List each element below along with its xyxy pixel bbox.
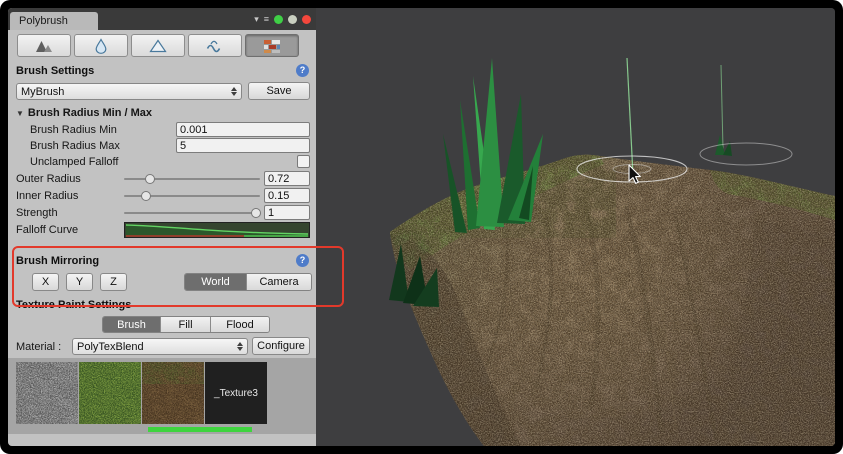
texture-tool-button[interactable]	[245, 34, 299, 57]
screenshot-frame: Polybrush ▾ ≡	[0, 0, 843, 454]
material-value: PolyTexBlend	[77, 341, 144, 353]
scene-view[interactable]	[316, 8, 835, 446]
brush-settings-header: Brush Settings	[16, 65, 94, 77]
brush-radius-min-field[interactable]: 0.001	[176, 122, 310, 137]
texture-palette: _Texture3	[8, 358, 316, 434]
mirror-space-toggle: World Camera	[184, 273, 312, 291]
slider-thumb[interactable]	[145, 174, 155, 184]
dropdown-arrows-icon	[231, 87, 237, 96]
window-controls: ▾ ≡	[254, 8, 311, 30]
brush-radius-min-label: Brush Radius Min	[30, 124, 117, 136]
world-toggle[interactable]: World	[185, 274, 247, 290]
tab-polybrush[interactable]: Polybrush	[10, 12, 98, 30]
brush-radius-max-field[interactable]: 5	[176, 138, 310, 153]
brush-mirroring-header: Brush Mirroring	[16, 255, 99, 267]
polybrush-panel: Polybrush ▾ ≡	[8, 8, 316, 446]
outer-radius-slider[interactable]	[124, 173, 260, 185]
inner-radius-label: Inner Radius	[16, 190, 78, 202]
texture-swatch-dirt[interactable]	[142, 362, 204, 424]
help-icon[interactable]: ?	[296, 254, 309, 267]
brush-preset-value: MyBrush	[21, 86, 64, 98]
configure-button[interactable]: Configure	[252, 337, 310, 355]
outer-radius-value[interactable]: 0.72	[264, 171, 310, 186]
bricks-icon	[263, 38, 281, 54]
foldout-label: Brush Radius Min / Max	[28, 107, 152, 119]
menu-icon[interactable]: ≡	[264, 15, 269, 24]
droplet-icon	[92, 38, 110, 54]
scene-canvas	[316, 8, 835, 446]
inner-radius-slider[interactable]	[124, 190, 260, 202]
texture-swatch-rock[interactable]	[16, 362, 78, 424]
outer-radius-label: Outer Radius	[16, 173, 81, 185]
inner-radius-value[interactable]: 0.15	[264, 188, 310, 203]
strength-label: Strength	[16, 207, 58, 219]
smooth-tool-button[interactable]	[74, 34, 128, 57]
help-icon[interactable]: ?	[296, 64, 309, 77]
tab-fill[interactable]: Fill	[161, 317, 211, 332]
window-titlebar: Polybrush ▾ ≡	[8, 8, 316, 30]
brush-preset-dropdown[interactable]: MyBrush	[16, 83, 242, 100]
foldout-caret-icon: ▼	[16, 109, 24, 118]
tab-brush[interactable]: Brush	[103, 317, 161, 332]
mountain-icon	[35, 38, 53, 54]
dropdown-caret-icon[interactable]: ▾	[254, 15, 259, 24]
mirror-x-button[interactable]: X	[32, 273, 59, 291]
tab-title: Polybrush	[19, 15, 68, 27]
green-light-icon[interactable]	[274, 15, 283, 24]
prefab-tool-button[interactable]	[188, 34, 242, 57]
dropdown-arrows-icon	[237, 342, 243, 351]
texture-swatch-texture3[interactable]: _Texture3	[205, 362, 267, 424]
paint-mode-tabs: Brush Fill Flood	[102, 316, 270, 333]
color-tool-button[interactable]	[131, 34, 185, 57]
material-dropdown[interactable]: PolyTexBlend	[72, 338, 248, 355]
prism-icon	[149, 38, 167, 54]
sculpt-tool-button[interactable]	[17, 34, 71, 57]
slider-thumb[interactable]	[141, 191, 151, 201]
brush-radius-max-label: Brush Radius Max	[30, 140, 120, 152]
falloff-curve-preview	[124, 222, 310, 238]
falloff-curve-label: Falloff Curve	[16, 224, 78, 236]
texture-blend-bar	[148, 427, 252, 432]
mirror-z-button[interactable]: Z	[100, 273, 127, 291]
falloff-curve-field[interactable]	[124, 222, 310, 241]
wave-icon	[206, 38, 224, 54]
mirror-y-button[interactable]: Y	[66, 273, 93, 291]
strength-slider[interactable]	[124, 207, 260, 219]
unclamped-falloff-checkbox[interactable]	[297, 155, 310, 168]
texture-swatch-grass[interactable]	[79, 362, 141, 424]
radius-foldout[interactable]: ▼ Brush Radius Min / Max	[16, 107, 152, 119]
strength-value[interactable]: 1	[264, 205, 310, 220]
texture-paint-header: Texture Paint Settings	[16, 299, 131, 311]
save-button[interactable]: Save	[248, 82, 310, 100]
texture3-label: _Texture3	[214, 388, 258, 399]
red-light-icon[interactable]	[302, 15, 311, 24]
camera-toggle[interactable]: Camera	[247, 274, 311, 290]
tab-flood[interactable]: Flood	[211, 317, 269, 332]
pale-light-icon[interactable]	[288, 15, 297, 24]
app-window: Polybrush ▾ ≡	[8, 8, 835, 446]
material-label: Material :	[16, 341, 61, 353]
mode-toolbar	[17, 34, 299, 57]
unclamped-falloff-label: Unclamped Falloff	[30, 156, 118, 168]
slider-thumb[interactable]	[251, 208, 261, 218]
